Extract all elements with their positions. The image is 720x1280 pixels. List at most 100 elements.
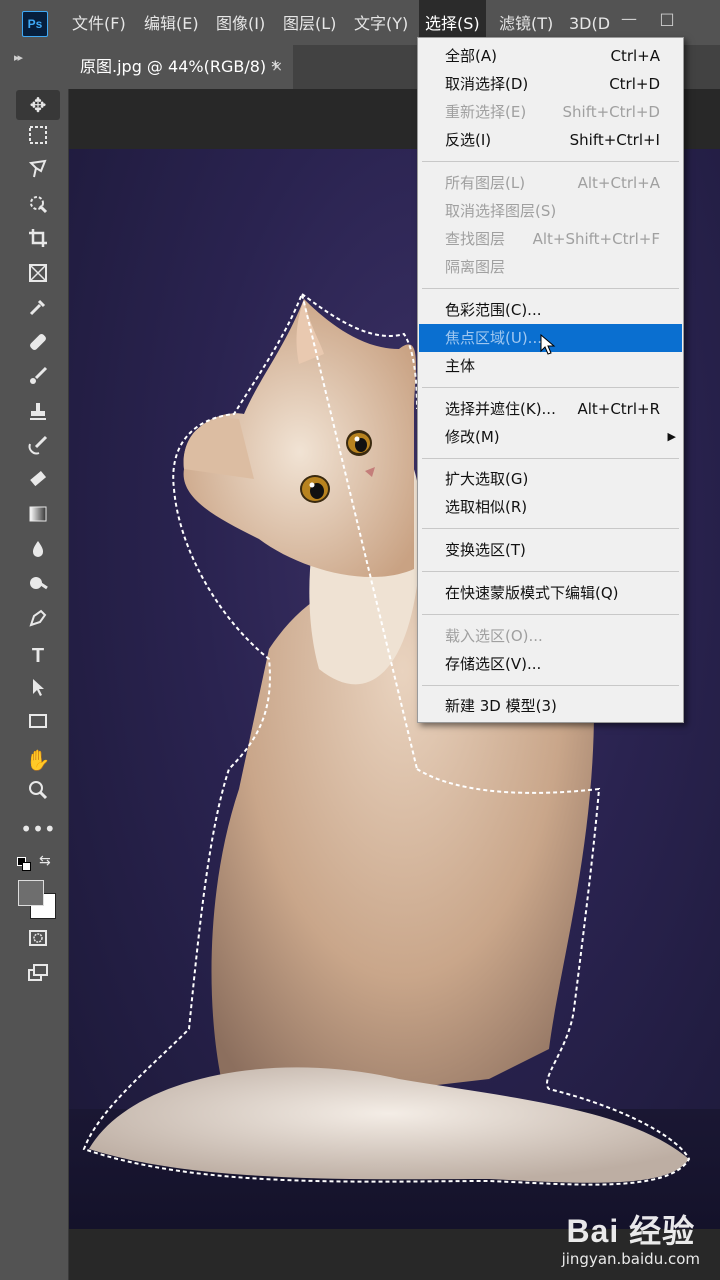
menu-item-label: 在快速蒙版模式下编辑(Q) [445, 584, 619, 602]
foreground-color-swatch[interactable] [18, 880, 44, 906]
menu-item-label: 选择并遮住(K)... [445, 400, 556, 418]
menu-item-label: 隔离图层 [445, 258, 506, 276]
menu-image[interactable]: 图像(I) [210, 0, 271, 45]
menu-separator [422, 387, 679, 388]
eyedropper-tool-icon[interactable] [16, 296, 60, 326]
pen-tool-icon[interactable] [16, 607, 60, 637]
menu-item-shortcut: Ctrl+A [610, 47, 660, 65]
menu-item-label: 扩大选取(G) [445, 470, 529, 488]
quick-mask-icon[interactable] [16, 927, 60, 957]
menu-item-modify[interactable]: 修改(M) ▶ [419, 423, 682, 451]
default-colors-icon[interactable] [17, 857, 31, 871]
select-menu-dropdown: 全部(A) Ctrl+A 取消选择(D) Ctrl+D 重新选择(E) Shift+C… [417, 37, 684, 723]
menu-item-select-all[interactable]: 全部(A) Ctrl+A [419, 42, 682, 70]
more-tools-icon[interactable]: ••• [16, 814, 60, 844]
menu-item-inverse[interactable]: 反选(I) Shift+Ctrl+I [419, 126, 682, 154]
menu-item-color-range[interactable]: 色彩范围(C)... [419, 296, 682, 324]
menu-item-quick-mask[interactable]: 在快速蒙版模式下编辑(Q) [419, 579, 682, 607]
menu-item-find-layers[interactable]: 查找图层 Alt+Shift+Ctrl+F [419, 225, 682, 253]
menu-separator [422, 685, 679, 686]
close-tab-icon[interactable]: × [271, 45, 283, 89]
collapse-arrows-icon[interactable]: ▸▸ [14, 51, 23, 64]
menu-item-label: 选取相似(R) [445, 498, 528, 516]
swap-colors-icon[interactable]: ⇆ [39, 853, 51, 869]
menu-item-shortcut: Alt+Ctrl+A [577, 174, 660, 192]
menu-edit[interactable]: 编辑(E) [138, 0, 205, 45]
menu-item-label: 载入选区(O)... [445, 627, 543, 645]
menu-item-shortcut: Ctrl+D [609, 75, 660, 93]
lasso-tool-icon[interactable] [16, 158, 60, 188]
menu-item-label: 焦点区域(U)... [445, 329, 542, 347]
menu-item-label: 反选(I) [445, 131, 492, 149]
screen-mode-icon[interactable] [16, 962, 60, 992]
menu-item-label: 取消选择图层(S) [445, 202, 557, 220]
brush-tool-icon[interactable] [16, 365, 60, 395]
menu-item-shortcut: Alt+Ctrl+R [577, 400, 660, 418]
menu-item-deselect-layers[interactable]: 取消选择图层(S) [419, 197, 682, 225]
menu-item-reselect[interactable]: 重新选择(E) Shift+Ctrl+D [419, 98, 682, 126]
menu-separator [422, 571, 679, 572]
menu-item-label: 全部(A) [445, 47, 497, 65]
quick-select-tool-icon[interactable] [16, 193, 60, 223]
tools-panel: ▸▸ ✥ T ✋ ••• ⇆ [8, 45, 69, 1280]
photoshop-logo: Ps [22, 11, 48, 37]
menu-item-save-selection[interactable]: 存储选区(V)... [419, 650, 682, 678]
marquee-tool-icon[interactable] [16, 124, 60, 154]
watermark-brand: Bai 经验 [566, 1213, 696, 1249]
menu-item-label: 变换选区(T) [445, 541, 526, 559]
maximize-icon[interactable]: □ [656, 8, 678, 30]
dodge-tool-icon[interactable] [16, 572, 60, 602]
history-brush-tool-icon[interactable] [16, 434, 60, 464]
menu-item-focus-area[interactable]: 焦点区域(U)... [419, 324, 682, 355]
rectangle-tool-icon[interactable] [16, 710, 60, 740]
menu-separator [422, 614, 679, 615]
menu-item-load-selection[interactable]: 载入选区(O)... [419, 622, 682, 650]
clone-stamp-tool-icon[interactable] [16, 400, 60, 430]
minimize-icon[interactable]: — [618, 8, 640, 30]
menu-item-grow[interactable]: 扩大选取(G) [419, 465, 682, 493]
menu-item-label: 修改(M) [445, 428, 500, 446]
menu-item-shortcut: Shift+Ctrl+I [569, 131, 660, 149]
menu-item-label: 主体 [445, 357, 476, 375]
blur-tool-icon[interactable] [16, 538, 60, 568]
menu-separator [422, 288, 679, 289]
zoom-tool-icon[interactable] [16, 779, 60, 809]
menu-item-label: 取消选择(D) [445, 75, 529, 93]
menu-item-label: 重新选择(E) [445, 103, 527, 121]
menu-item-label: 新建 3D 模型(3) [445, 697, 557, 715]
menu-item-shortcut: Shift+Ctrl+D [562, 103, 660, 121]
menu-type[interactable]: 文字(Y) [348, 0, 414, 45]
menu-item-isolate-layers[interactable]: 隔离图层 [419, 253, 682, 281]
menu-item-label: 存储选区(V)... [445, 655, 542, 673]
menu-item-shortcut: Alt+Shift+Ctrl+F [532, 230, 660, 248]
submenu-arrow-icon: ▶ [667, 430, 676, 443]
type-tool-icon[interactable]: T [16, 641, 60, 671]
baidu-watermark: Bai 经验 jingyan.baidu.com [562, 1206, 700, 1268]
menu-separator [422, 528, 679, 529]
menu-item-label: 所有图层(L) [445, 174, 526, 192]
menu-item-similar[interactable]: 选取相似(R) [419, 493, 682, 521]
menu-item-subject[interactable]: 主体 [419, 352, 682, 380]
eraser-tool-icon[interactable] [16, 469, 60, 499]
menu-separator [422, 161, 679, 162]
menu-item-label: 查找图层 [445, 230, 506, 248]
menu-item-new-3d-model[interactable]: 新建 3D 模型(3) [419, 692, 682, 720]
gradient-tool-icon[interactable] [16, 503, 60, 533]
watermark-url: jingyan.baidu.com [561, 1250, 700, 1268]
menu-separator [422, 458, 679, 459]
menu-layer[interactable]: 图层(L) [277, 0, 342, 45]
healing-brush-tool-icon[interactable] [16, 331, 60, 361]
menu-item-deselect[interactable]: 取消选择(D) Ctrl+D [419, 70, 682, 98]
move-tool-icon[interactable]: ✥ [16, 90, 60, 120]
menu-item-label: 色彩范围(C)... [445, 301, 542, 319]
path-select-tool-icon[interactable] [16, 676, 60, 706]
menu-item-all-layers[interactable]: 所有图层(L) Alt+Ctrl+A [419, 169, 682, 197]
hand-tool-icon[interactable]: ✋ [16, 745, 60, 775]
frame-tool-icon[interactable] [16, 262, 60, 292]
menu-item-select-and-mask[interactable]: 选择并遮住(K)... Alt+Ctrl+R [419, 395, 682, 423]
menu-file[interactable]: 文件(F) [66, 0, 132, 45]
document-tab-title: 原图.jpg @ 44%(RGB/8) * [80, 57, 280, 76]
document-tab[interactable]: 原图.jpg @ 44%(RGB/8) * × [68, 45, 293, 89]
menu-item-transform-selection[interactable]: 变换选区(T) [419, 536, 682, 564]
crop-tool-icon[interactable] [16, 227, 60, 257]
